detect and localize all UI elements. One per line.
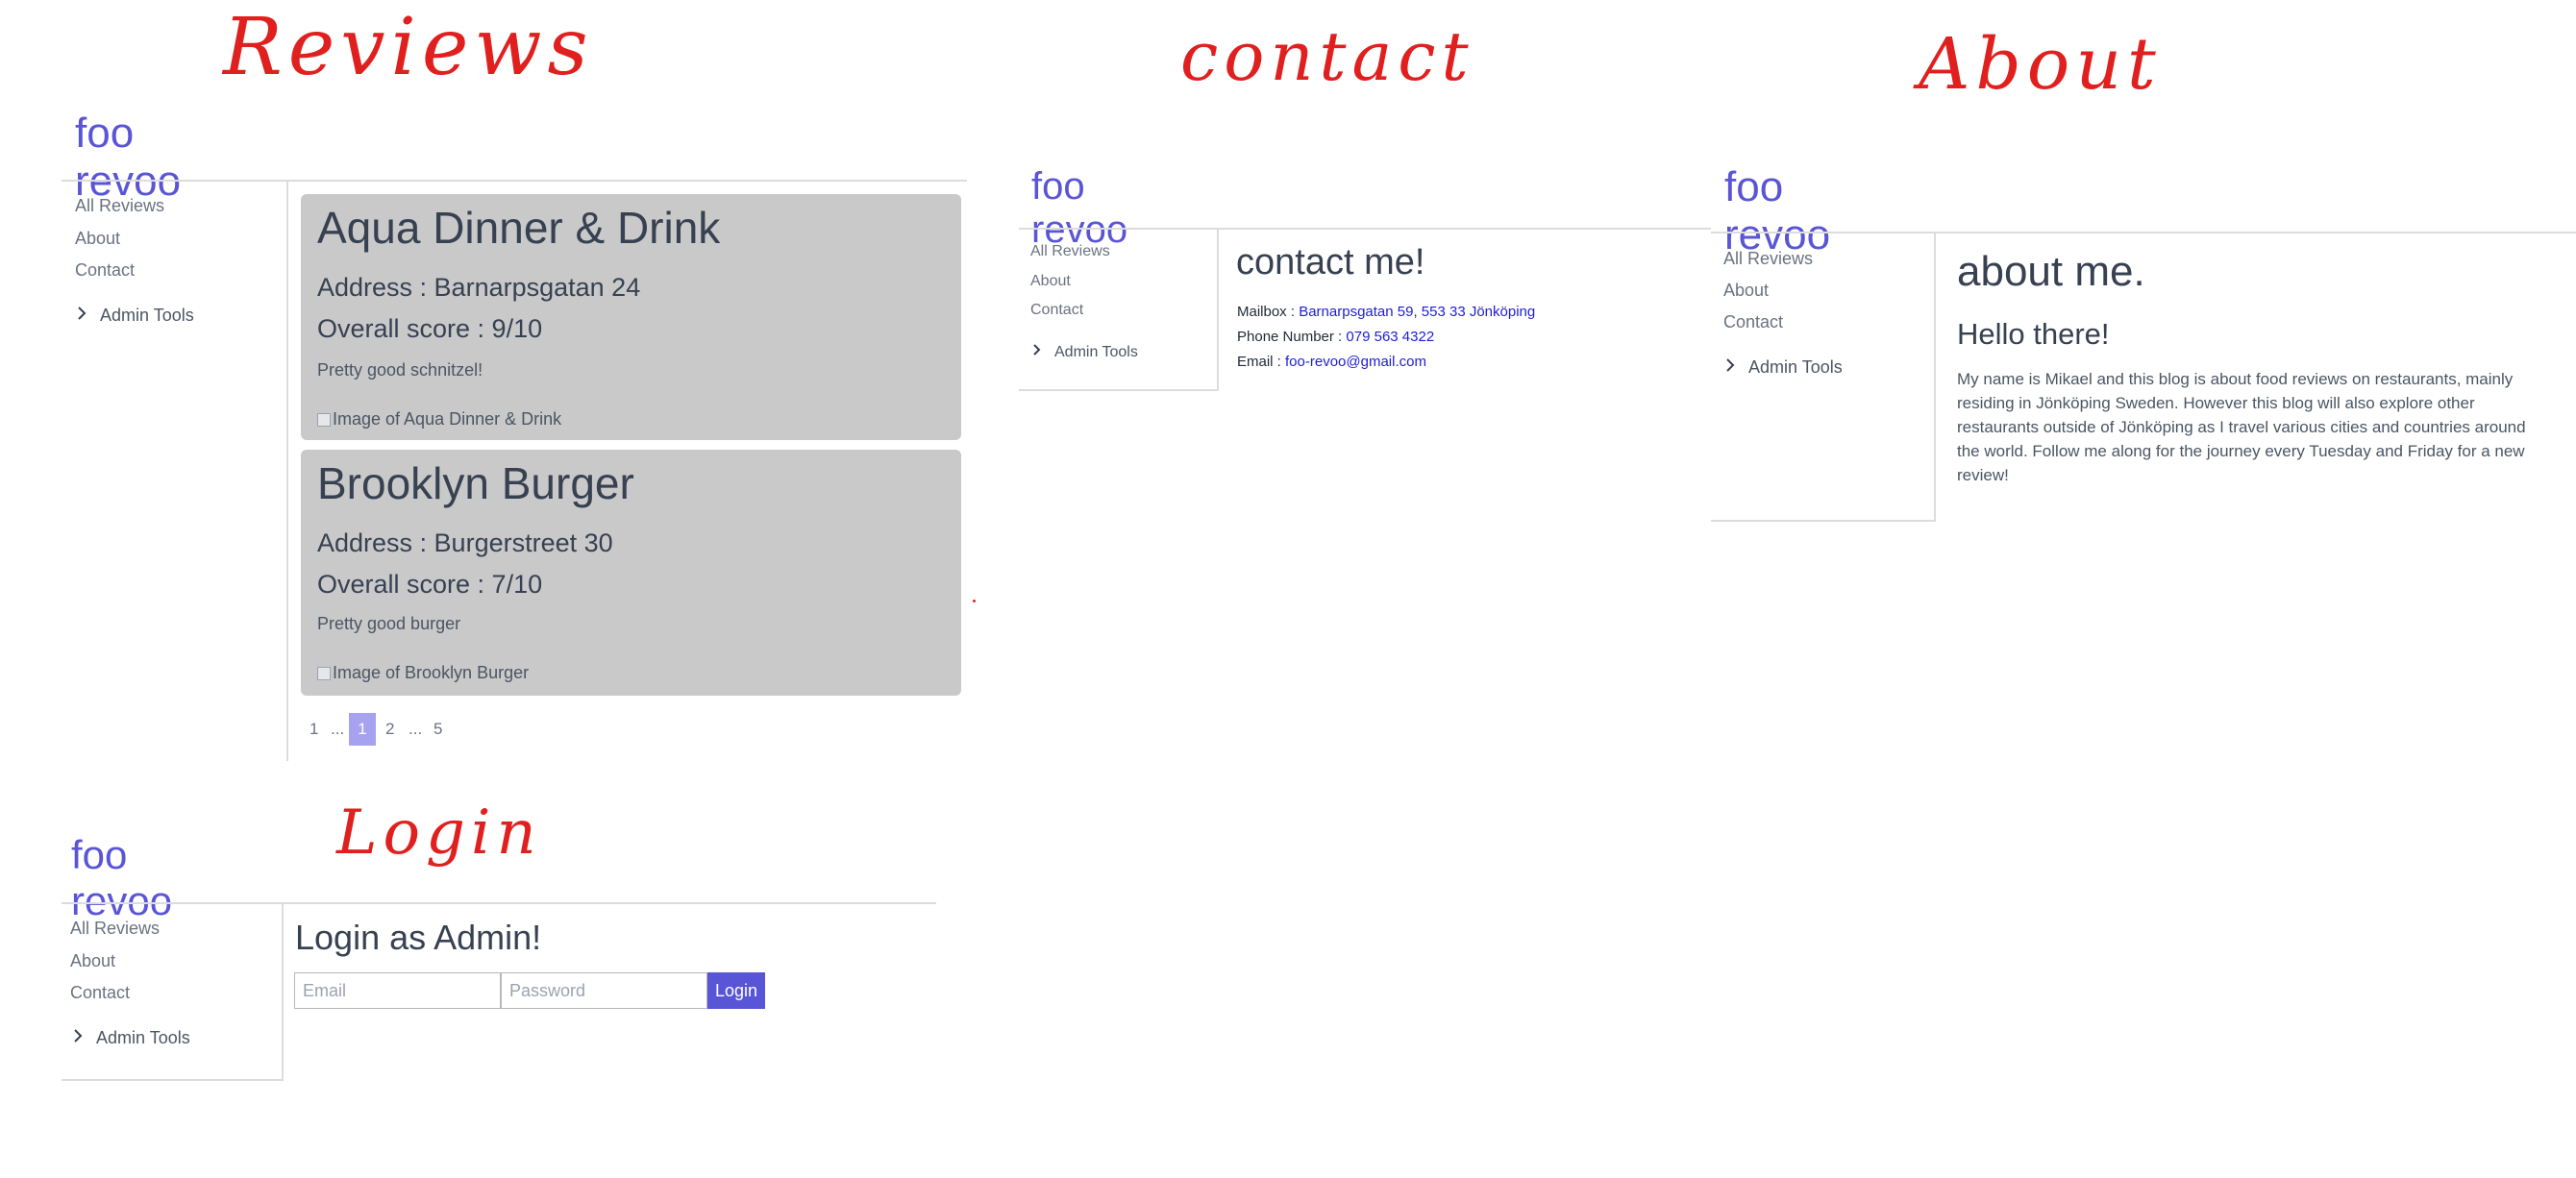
annotation-login: Login bbox=[336, 798, 542, 869]
chevron-right-icon bbox=[1725, 357, 1735, 378]
review-score: Overall score : 9/10 bbox=[317, 314, 543, 343]
sidebar-admin-tools[interactable]: Admin Tools bbox=[77, 306, 194, 326]
login-title: Login as Admin! bbox=[295, 918, 542, 957]
mailbox-link[interactable]: Barnarpsgatan 59, 553 33 Jönköping bbox=[1299, 304, 1535, 320]
sidebar-admin-tools[interactable]: Admin Tools bbox=[73, 1028, 190, 1048]
chevron-right-icon bbox=[77, 306, 87, 326]
review-address: Address : Burgerstreet 30 bbox=[317, 528, 613, 557]
sidebar-item-about[interactable]: About bbox=[1723, 281, 1769, 301]
chevron-right-icon bbox=[73, 1028, 83, 1048]
review-image-alt: Image of Aqua Dinner & Drink bbox=[333, 409, 562, 429]
contact-mailbox: Mailbox : Barnarpsgatan 59, 553 33 Jönkö… bbox=[1237, 304, 1536, 320]
sidebar-item-all-reviews[interactable]: All Reviews bbox=[75, 196, 164, 216]
sidebar-item-all-reviews[interactable]: All Reviews bbox=[70, 919, 160, 939]
sidebar-item-contact[interactable]: Contact bbox=[1030, 302, 1083, 319]
annotation-dot bbox=[973, 600, 976, 602]
sidebar-item-all-reviews[interactable]: All Reviews bbox=[1723, 249, 1813, 269]
page-link-last[interactable]: 5 bbox=[433, 720, 442, 739]
about-subtitle: Hello there! bbox=[1957, 317, 2110, 351]
sidebar-item-all-reviews[interactable]: All Reviews bbox=[1030, 243, 1110, 260]
about-title: about me. bbox=[1957, 248, 2145, 295]
sidebar-admin-tools[interactable]: Admin Tools bbox=[1032, 343, 1138, 361]
about-body-line: My name is Mikael and this blog is about… bbox=[1957, 370, 2514, 388]
page-link-first[interactable]: 1 bbox=[310, 720, 318, 739]
broken-image-icon bbox=[317, 666, 331, 680]
about-body-line: residing in Jönköping Sweden. However th… bbox=[1957, 394, 2475, 412]
review-score: Overall score : 7/10 bbox=[317, 570, 543, 599]
annotation-about: About bbox=[1919, 23, 2162, 106]
sidebar-item-about[interactable]: About bbox=[70, 951, 115, 971]
review-title: Aqua Dinner & Drink bbox=[317, 203, 721, 253]
phone-link[interactable]: 079 563 4322 bbox=[1346, 329, 1434, 345]
about-body-line: restaurants outside of Jönköping as I tr… bbox=[1957, 418, 2526, 436]
review-title: Brooklyn Burger bbox=[317, 458, 634, 508]
review-card: Brooklyn Burger Address : Burgerstreet 3… bbox=[301, 450, 961, 696]
page-ellipsis: ... bbox=[409, 720, 423, 738]
sidebar-item-contact[interactable]: Contact bbox=[75, 260, 135, 281]
page-link-current[interactable]: 1 bbox=[349, 713, 376, 746]
email-link[interactable]: foo-revoo@gmail.com bbox=[1285, 354, 1426, 370]
page-ellipsis: ... bbox=[331, 720, 345, 738]
contact-phone: Phone Number : 079 563 4322 bbox=[1237, 329, 1435, 345]
review-image: Image of Aqua Dinner & Drink bbox=[317, 409, 561, 429]
sidebar-item-contact[interactable]: Contact bbox=[70, 983, 130, 1003]
review-address: Address : Barnarpsgatan 24 bbox=[317, 273, 641, 302]
contact-email: Email : foo-revoo@gmail.com bbox=[1237, 354, 1426, 370]
review-description: Pretty good schnitzel! bbox=[317, 360, 483, 380]
admin-tools-label: Admin Tools bbox=[100, 306, 194, 325]
annotation-contact: contact bbox=[1180, 17, 1474, 96]
about-body-line: review! bbox=[1957, 466, 2009, 484]
sidebar-admin-tools[interactable]: Admin Tools bbox=[1725, 357, 1843, 378]
annotation-reviews: Reviews bbox=[223, 2, 594, 93]
review-image: Image of Brooklyn Burger bbox=[317, 663, 529, 683]
broken-image-icon bbox=[317, 412, 331, 427]
contact-title: contact me! bbox=[1236, 242, 1425, 282]
review-card: Aqua Dinner & Drink Address : Barnarpsga… bbox=[301, 194, 961, 440]
admin-tools-label: Admin Tools bbox=[96, 1028, 190, 1047]
about-body: My name is Mikael and this blog is about… bbox=[1957, 367, 2526, 487]
sidebar-item-about[interactable]: About bbox=[1030, 273, 1071, 290]
page-link-2[interactable]: 2 bbox=[385, 720, 394, 739]
admin-tools-label: Admin Tools bbox=[1748, 357, 1843, 377]
email-field[interactable]: Email bbox=[294, 972, 501, 1009]
admin-tools-label: Admin Tools bbox=[1054, 343, 1138, 360]
password-field[interactable]: Password bbox=[501, 972, 707, 1009]
login-button[interactable]: Login bbox=[707, 972, 765, 1009]
sidebar-item-contact[interactable]: Contact bbox=[1723, 312, 1783, 332]
sidebar-item-about[interactable]: About bbox=[75, 229, 120, 249]
about-body-line: the world. Follow me along for the journ… bbox=[1957, 442, 2525, 460]
review-description: Pretty good burger bbox=[317, 614, 461, 633]
pagination: 1 ... 1 2 ... 5 bbox=[308, 713, 461, 748]
chevron-right-icon bbox=[1032, 343, 1041, 361]
review-image-alt: Image of Brooklyn Burger bbox=[333, 663, 530, 682]
